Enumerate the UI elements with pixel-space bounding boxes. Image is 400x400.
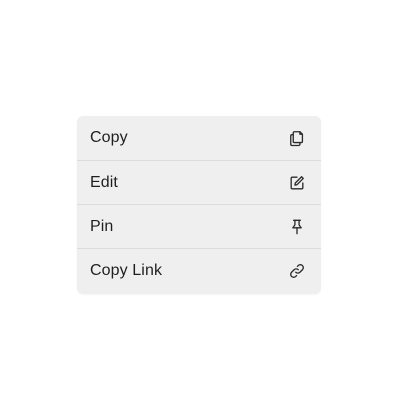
link-icon [286,260,308,282]
menu-item-edit[interactable]: Edit [77,160,321,204]
context-menu: Copy Edit Pin Copy Link [77,116,321,294]
menu-item-copy[interactable]: Copy [77,116,321,160]
menu-item-pin-label: Pin [90,217,114,235]
screen: Copy Edit Pin Copy Link [0,0,400,400]
edit-icon [286,172,308,194]
menu-item-copy-link-label: Copy Link [90,261,163,279]
menu-item-edit-label: Edit [90,173,118,191]
menu-item-pin[interactable]: Pin [77,204,321,248]
copy-icon [286,127,308,149]
menu-item-copy-link[interactable]: Copy Link [77,248,321,292]
menu-item-copy-label: Copy [90,129,128,146]
pin-icon [286,216,308,238]
